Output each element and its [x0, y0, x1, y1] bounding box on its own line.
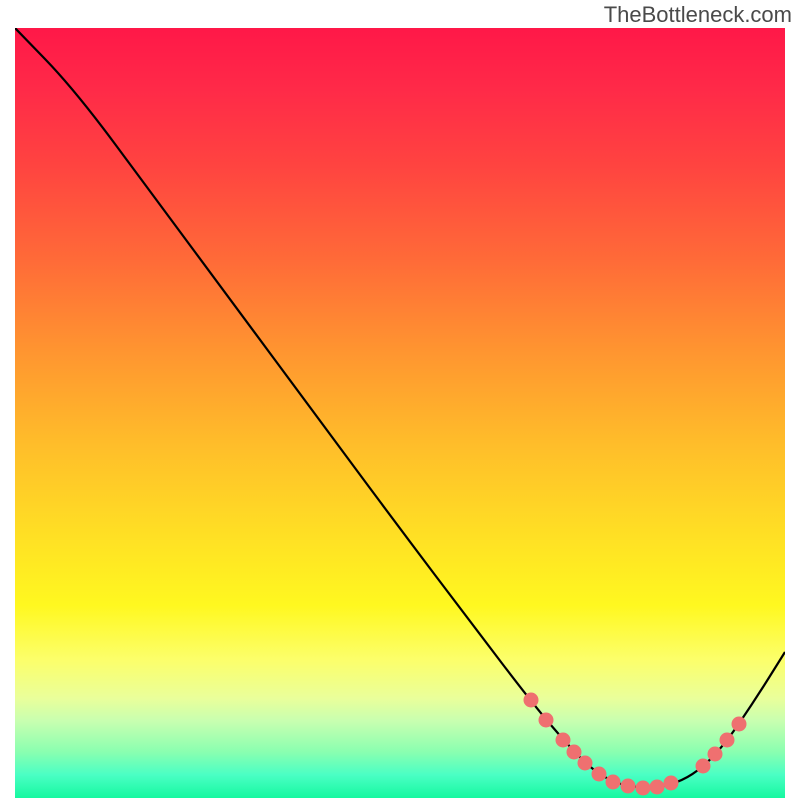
chart-dot — [524, 693, 539, 708]
chart-dot — [539, 713, 554, 728]
watermark-text: TheBottleneck.com — [604, 2, 792, 28]
chart-curve — [15, 28, 785, 787]
chart-dot — [606, 775, 621, 790]
chart-dot — [708, 747, 723, 762]
chart-dot — [578, 756, 593, 771]
chart-dot — [592, 767, 607, 782]
chart-dot — [664, 776, 679, 791]
chart-dot — [567, 745, 582, 760]
chart-plot-area — [15, 28, 785, 798]
chart-dot — [696, 759, 711, 774]
chart-dot — [636, 781, 651, 796]
chart-dot — [650, 780, 665, 795]
chart-dot — [720, 733, 735, 748]
chart-dot — [621, 779, 636, 794]
chart-dots-group — [524, 693, 747, 796]
chart-dot — [732, 717, 747, 732]
chart-dot — [556, 733, 571, 748]
chart-svg-layer — [15, 28, 785, 798]
